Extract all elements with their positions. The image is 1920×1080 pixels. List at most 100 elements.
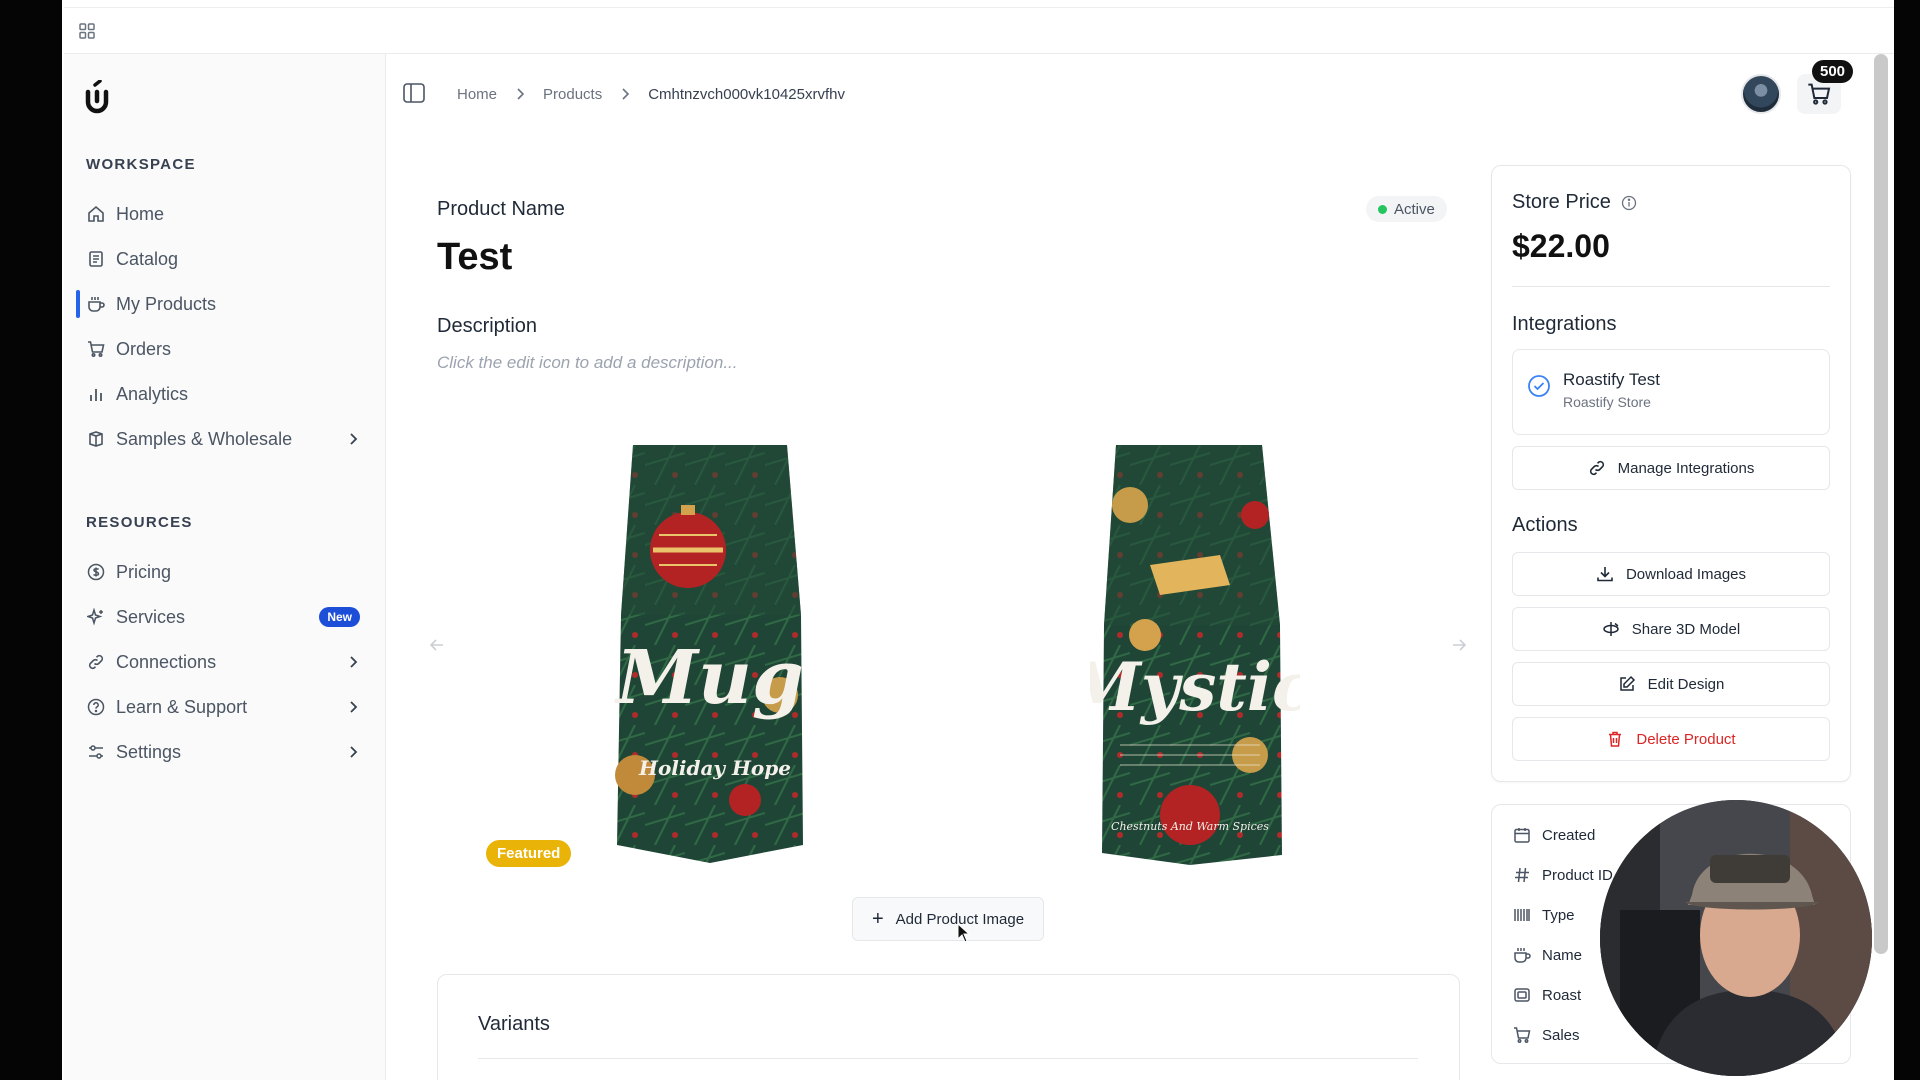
product-image-back[interactable]: Mystic Chestnuts And Warm Spices bbox=[1090, 445, 1300, 865]
description-placeholder[interactable]: Click the edit icon to add a description… bbox=[437, 353, 738, 373]
sidebar-item-pricing[interactable]: Pricing bbox=[78, 552, 374, 592]
sidebar-item-my-products[interactable]: My Products bbox=[76, 284, 374, 324]
detail-label: Name bbox=[1542, 946, 1583, 964]
bar-chart-icon bbox=[86, 384, 106, 404]
hash-icon bbox=[1512, 865, 1532, 885]
barcode-icon bbox=[1512, 905, 1532, 925]
plus-icon: + bbox=[871, 907, 884, 930]
detail-row-type: Type bbox=[1512, 905, 1575, 925]
cart-icon bbox=[86, 339, 106, 359]
sidebar-item-label: Samples & Wholesale bbox=[116, 428, 293, 449]
detail-label: Sales bbox=[1542, 1026, 1580, 1044]
sidebar: WORKSPACE Home Catalog My Products Order… bbox=[64, 54, 386, 1080]
3d-rotate-icon bbox=[1602, 620, 1620, 638]
edit-design-label: Edit Design bbox=[1647, 675, 1725, 693]
variants-title: Variants bbox=[478, 1013, 550, 1035]
carousel-next-button[interactable] bbox=[1442, 628, 1476, 662]
sidebar-item-analytics[interactable]: Analytics bbox=[78, 374, 374, 414]
sidebar-item-label: Orders bbox=[116, 338, 172, 359]
detail-label: Type bbox=[1542, 906, 1575, 924]
sparkles-icon bbox=[86, 607, 106, 627]
grid-icon[interactable] bbox=[78, 22, 96, 40]
product-image-sub-text: Chestnuts And Warm Spices bbox=[1111, 820, 1269, 833]
mouse-cursor-icon bbox=[957, 923, 971, 943]
delete-product-label: Delete Product bbox=[1636, 730, 1736, 748]
delete-product-button[interactable]: Delete Product bbox=[1512, 717, 1830, 761]
detail-row-product-id: Product ID bbox=[1512, 865, 1613, 885]
manage-integrations-button[interactable]: Manage Integrations bbox=[1512, 446, 1830, 490]
detail-row-roast: Roast bbox=[1512, 985, 1581, 1005]
check-circle-icon bbox=[1528, 375, 1550, 397]
sidebar-item-learn-support[interactable]: Learn & Support bbox=[78, 687, 374, 727]
info-icon[interactable] bbox=[1621, 195, 1637, 211]
breadcrumb-home[interactable]: Home bbox=[457, 86, 497, 103]
product-name[interactable]: Test bbox=[437, 236, 512, 279]
breadcrumb-products[interactable]: Products bbox=[543, 86, 602, 103]
detail-label: Roast bbox=[1542, 986, 1582, 1004]
sidebar-item-home[interactable]: Home bbox=[78, 194, 374, 234]
dollar-circle-icon bbox=[86, 562, 106, 582]
chevron-right-icon bbox=[350, 701, 358, 713]
breadcrumb: Home Products Cmhtnzvch000vk10425xrvfhv bbox=[457, 84, 845, 104]
divider bbox=[478, 1058, 1418, 1059]
carousel-prev-button[interactable] bbox=[420, 628, 454, 662]
sidebar-item-settings[interactable]: Settings bbox=[78, 732, 374, 772]
variants-card: Variants bbox=[437, 974, 1460, 1080]
sliders-icon bbox=[86, 742, 106, 762]
trash-icon bbox=[1606, 730, 1624, 748]
cart-icon bbox=[1808, 83, 1831, 105]
integration-item[interactable]: Roastify Test Roastify Store bbox=[1512, 349, 1830, 435]
detail-row-created: Created bbox=[1512, 825, 1595, 845]
arrow-left-icon bbox=[429, 639, 443, 651]
integration-subtitle: Roastify Store bbox=[1563, 394, 1651, 410]
sidebar-item-label: Catalog bbox=[116, 248, 179, 269]
sidebar-item-label: Services bbox=[116, 606, 186, 627]
sidebar-item-label: My Products bbox=[116, 293, 217, 314]
product-sidebar-card: Store Price $22.00 Integrations Roastify… bbox=[1491, 165, 1851, 782]
add-product-image-button[interactable]: + Add Product Image bbox=[852, 897, 1044, 941]
sidebar-item-orders[interactable]: Orders bbox=[78, 329, 374, 369]
detail-label: Product ID bbox=[1542, 866, 1613, 884]
integrations-title: Integrations bbox=[1512, 313, 1617, 335]
edit-design-button[interactable]: Edit Design bbox=[1512, 662, 1830, 706]
product-image-brand-text: Mug bbox=[613, 635, 803, 721]
workspace-section-title: WORKSPACE bbox=[86, 156, 196, 173]
package-icon bbox=[86, 429, 106, 449]
cart-icon bbox=[1512, 1025, 1532, 1045]
chevron-right-icon bbox=[517, 88, 525, 100]
sidebar-item-catalog[interactable]: Catalog bbox=[78, 239, 374, 279]
divider bbox=[1512, 286, 1830, 287]
sidebar-item-label: Connections bbox=[116, 651, 217, 672]
chevron-right-icon bbox=[350, 656, 358, 668]
screen-edge-left bbox=[0, 0, 62, 1080]
share-3d-model-button[interactable]: Share 3D Model bbox=[1512, 607, 1830, 651]
sidebar-toggle-icon[interactable] bbox=[402, 82, 426, 104]
sidebar-item-services[interactable]: Services New bbox=[78, 597, 374, 637]
new-badge: New bbox=[319, 607, 360, 627]
roast-icon bbox=[1512, 985, 1532, 1005]
sidebar-item-label: Analytics bbox=[116, 383, 189, 404]
description-label: Description bbox=[437, 315, 538, 337]
calendar-icon bbox=[1512, 825, 1532, 845]
product-image-front[interactable]: Mug Holiday Hope bbox=[605, 445, 815, 865]
webcam-overlay bbox=[1600, 800, 1872, 1076]
sidebar-item-label: Home bbox=[116, 203, 165, 224]
home-icon bbox=[86, 204, 106, 224]
manage-integrations-label: Manage Integrations bbox=[1617, 459, 1755, 477]
sidebar-item-connections[interactable]: Connections bbox=[78, 642, 374, 682]
chevron-right-icon bbox=[350, 433, 358, 445]
actions-title: Actions bbox=[1512, 514, 1578, 536]
download-images-button[interactable]: Download Images bbox=[1512, 552, 1830, 596]
sidebar-item-samples-wholesale[interactable]: Samples & Wholesale bbox=[78, 419, 374, 459]
link-icon bbox=[1588, 459, 1606, 477]
status-dot bbox=[1378, 205, 1387, 214]
avatar[interactable] bbox=[1741, 74, 1781, 114]
scrollbar[interactable] bbox=[1874, 54, 1888, 954]
sidebar-item-label: Pricing bbox=[116, 561, 172, 582]
coffee-cup-icon bbox=[1512, 945, 1532, 965]
app-logo[interactable] bbox=[82, 80, 112, 114]
integration-name: Roastify Test bbox=[1563, 370, 1661, 389]
resources-section-title: RESOURCES bbox=[86, 514, 193, 531]
browser-top-bar bbox=[64, 0, 1894, 54]
chevron-right-icon bbox=[350, 746, 358, 758]
